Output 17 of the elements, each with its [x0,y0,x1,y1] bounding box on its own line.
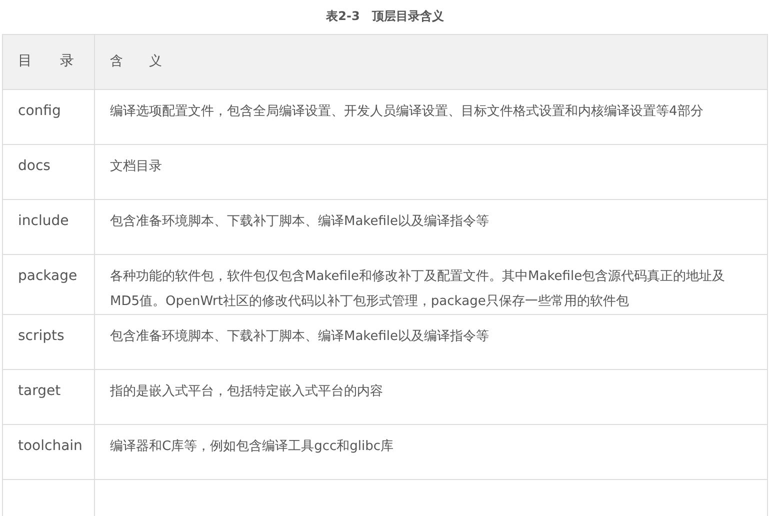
column-header: 含 义 [94,34,768,90]
table-cell: target [2,370,94,424]
table-cell: 指的是嵌入式平台，包括特定嵌入式平台的内容 [94,370,768,424]
table-cell: scripts [2,314,94,370]
table-cell: 编译选项配置文件，包含全局编译设置、开发人员编译设置、目标文件格式设置和内核编译设置等4部分 [94,90,768,144]
table-cell: 包含准备环境脚本、下载补丁脚本、编译Makefile以及编译指令等 [94,314,768,370]
table-cell: 各种功能的软件包，软件包仅包含Makefile和修改补丁及配置文件。其中Makefile包含源代码真正的地址及MD5值。OpenWrt社区的修改代码以补丁包形式管理，package只保存一些常用的软件包 [94,254,768,314]
table-caption: 表2-3 顶层目录含义 [325,8,445,25]
column-header: 目 录 [2,34,94,90]
table-cell: toolchain [2,424,94,480]
table-cell: 包含准备环境脚本、下载补丁脚本、编译Makefile以及编译指令等 [94,200,768,254]
table-cell: config [2,90,94,144]
table-cell: package [2,254,94,314]
table-cell: 编译器和C库等，例如包含编译工具gcc和glibc库 [94,424,768,480]
table-cell: docs [2,144,94,200]
table-cell: include [2,200,94,254]
table-cell: 文档目录 [94,144,768,200]
